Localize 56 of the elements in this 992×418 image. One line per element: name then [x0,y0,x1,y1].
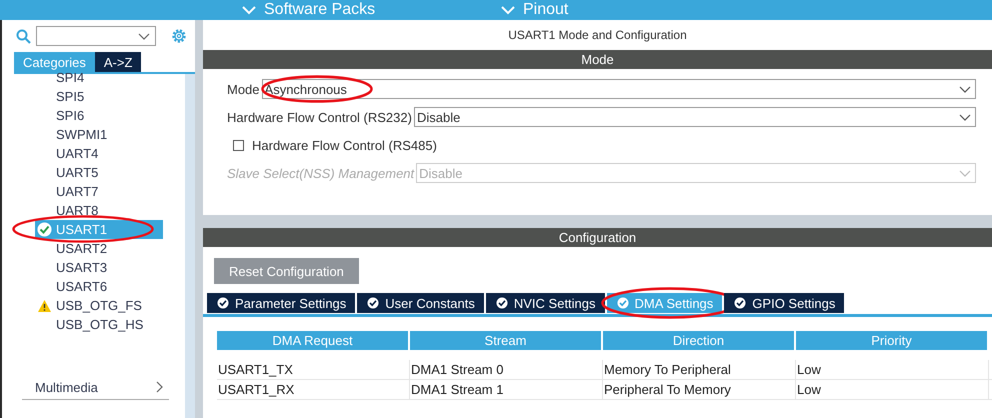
table-cell: DMA1 Stream 0 [410,360,603,379]
chevron-right-icon [156,381,163,393]
chevron-down-icon [959,114,971,120]
table-cell: Memory To Peripheral [603,360,796,379]
scrollbar[interactable] [185,74,195,418]
table-cell: Low [796,360,989,379]
category-item[interactable]: Multimedia [22,375,169,400]
column-header: DMA Request [217,331,408,350]
settings-icon[interactable] [170,27,188,45]
table-cell: DMA1 Stream 1 [410,380,603,399]
dropdown-field[interactable]: Asynchronous [262,79,976,99]
settings-tab[interactable]: Parameter Settings [207,293,356,313]
peripheral-item[interactable]: USB_OTG_FS [35,296,163,315]
check-circle-icon [496,297,508,309]
field-label: Hardware Flow Control (RS232) [227,110,412,124]
peripheral-item[interactable]: USART3 [35,258,163,277]
search-icon[interactable] [16,28,31,44]
section-header: Configuration [203,228,992,247]
check-circle-icon [734,297,746,309]
column-header: Direction [603,331,794,350]
table-cell: Low [796,380,989,399]
settings-tab[interactable]: NVIC Settings [486,293,605,313]
table-cell: USART1_RX [217,380,410,399]
chevron-down-icon [501,6,515,14]
dropdown-field[interactable]: Disable [414,107,976,127]
checkbox-label: Hardware Flow Control (RS485) [252,138,437,152]
column-header: Stream [410,331,601,350]
chevron-down-icon [959,170,971,176]
field-label: Mode [227,82,260,96]
section-header: Mode [203,50,992,69]
peripheral-item[interactable]: UART5 [35,163,163,182]
peripheral-item[interactable]: SPI5 [35,87,163,106]
peripheral-item[interactable]: UART8 [35,201,163,220]
search-field[interactable] [36,26,156,46]
peripheral-item[interactable]: USB_OTG_HS [35,315,163,334]
panel-title: USART1 Mode and Configuration [507,27,688,44]
sidebar-tab[interactable]: A->Z [94,52,142,72]
column-header: Priority [796,331,987,350]
checkbox[interactable] [233,140,244,150]
peripheral-item[interactable]: USART6 [35,277,163,296]
field-label: Slave Select(NSS) Management [227,166,414,180]
peripheral-item[interactable]: USART2 [35,239,163,258]
settings-tab[interactable]: GPIO Settings [724,293,844,313]
table-cell: Peripheral To Memory [603,380,796,399]
check-circle-icon [367,297,380,309]
chevron-down-icon [959,86,971,92]
peripheral-item[interactable]: SWPMI1 [35,125,163,144]
chevron-down-icon [242,6,256,14]
chevron-down-icon [138,32,150,40]
check-circle-icon [616,297,629,309]
settings-tab[interactable]: User Constants [357,293,484,313]
check-circle-icon [217,297,229,309]
table-cell: USART1_TX [217,360,410,379]
peripheral-item[interactable]: SPI6 [35,106,163,125]
peripheral-item[interactable]: UART7 [35,182,163,201]
peripheral-item[interactable]: UART4 [35,144,163,163]
